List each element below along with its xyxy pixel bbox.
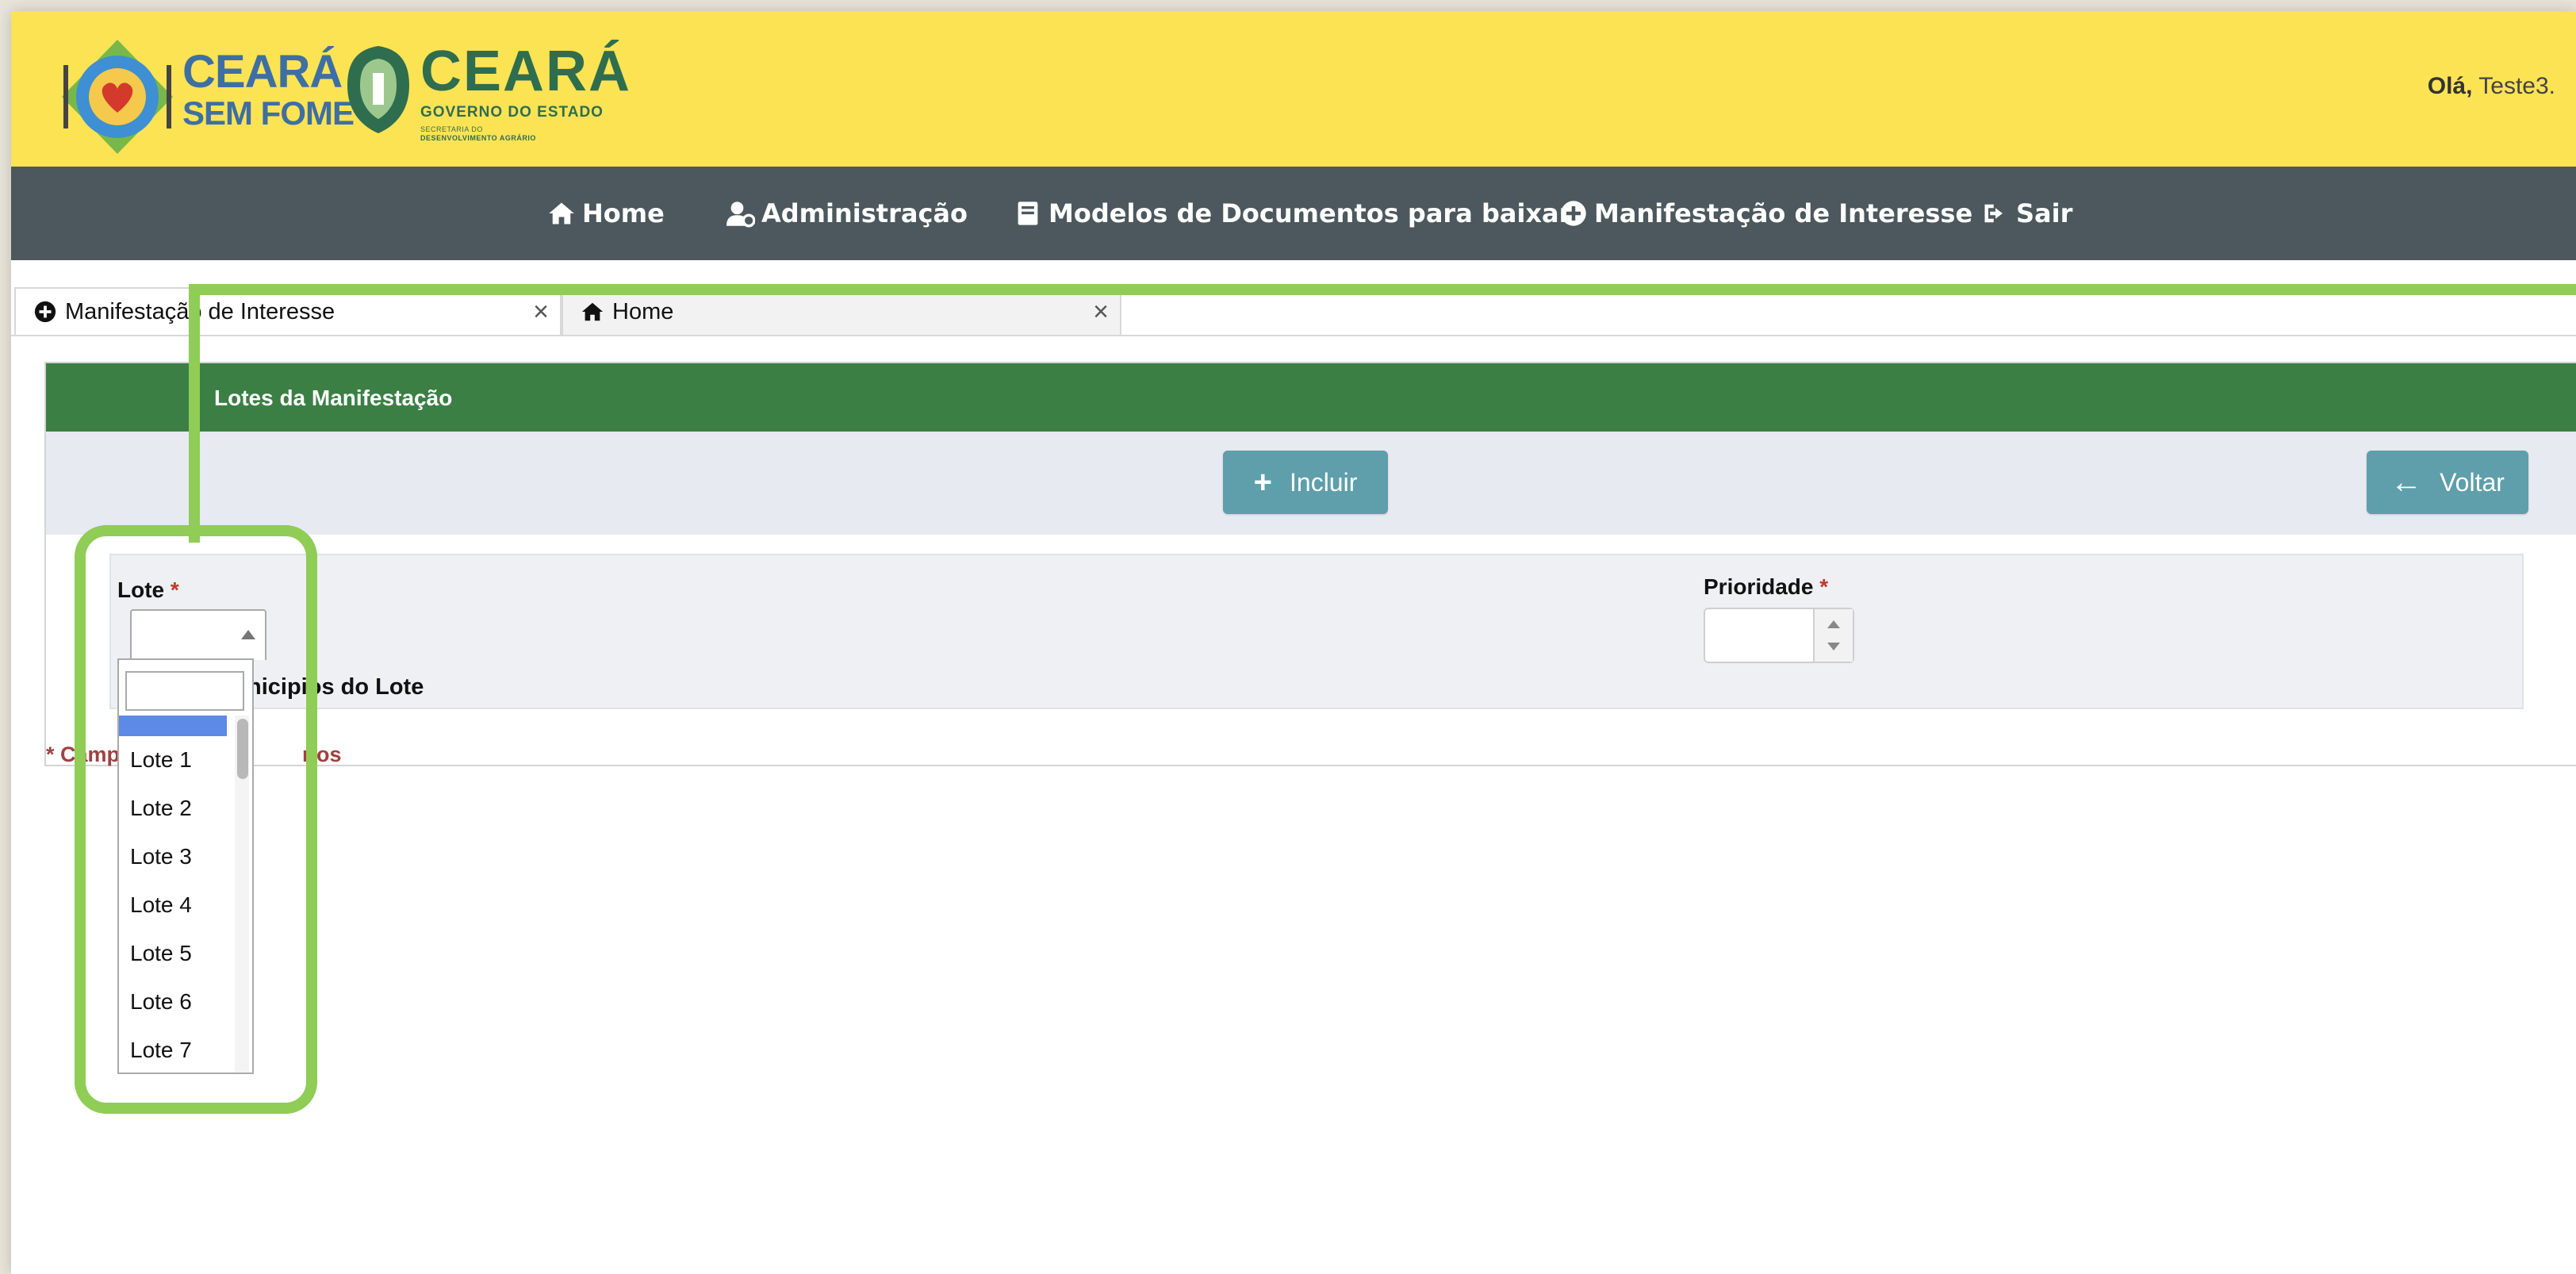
include-button[interactable]: + Incluir [1223, 451, 1388, 514]
gov-title: CEARÁ [420, 40, 632, 103]
nav-modelos-documentos[interactable]: Modelos de Documentos para baixar [1014, 195, 1571, 232]
governo-wordmark: CEARÁ GOVERNO DO ESTADO SECRETARIA DO DE… [420, 43, 631, 142]
plus-circle-icon [34, 301, 56, 323]
gov-line4: DESENVOLVIMENTO AGRÁRIO [420, 134, 536, 142]
brand-line2: SEM FOME [182, 94, 355, 132]
home-icon [549, 202, 574, 224]
state-crest-icon [347, 46, 409, 133]
nav-home[interactable]: Home [547, 195, 665, 232]
greeting-user: Teste3. [2478, 73, 2555, 99]
ceara-sem-fome-logo-icon [62, 40, 173, 154]
annotation-highlight-box [75, 525, 317, 1114]
nav-administracao[interactable]: Administração [726, 195, 968, 232]
panel-title: Lotes da Manifestação [214, 386, 453, 410]
gov-line3: SECRETARIA DO [420, 125, 483, 133]
gov-subtitle: GOVERNO DO ESTADO [420, 104, 604, 121]
site-header: CEARÁ SEM FOME CEARÁ GOVERNO DO ESTADO S… [11, 11, 2576, 167]
nav-administracao-label: Administração [761, 198, 968, 228]
nav-modelos-label: Modelos de Documentos para baixar [1048, 198, 1572, 228]
prioridade-label: Prioridade * [1704, 574, 1828, 600]
prioridade-input[interactable] [1704, 608, 1854, 663]
prioridade-stepper[interactable] [1813, 609, 1853, 662]
main-nav: Home Administração Modelos de Documentos… [11, 167, 2576, 260]
panel-header: Lotes da Manifestação [46, 363, 2576, 432]
nav-manifestacao-label: Manifestação de Interesse [1594, 198, 1973, 228]
plus-icon: + [1253, 465, 1272, 500]
close-icon[interactable]: × [533, 298, 549, 325]
form-area [109, 554, 2524, 709]
include-label: Incluir [1290, 467, 1358, 497]
greeting-label: Olá, [2427, 73, 2473, 99]
user-gear-icon [726, 201, 755, 228]
plus-circle-icon [1561, 201, 1586, 226]
ceara-sem-fome-wordmark: CEARÁ SEM FOME [182, 46, 355, 132]
back-label: Voltar [2440, 467, 2505, 497]
nav-manifestacao[interactable]: Manifestação de Interesse [1559, 195, 1972, 232]
nav-sair-label: Sair [2016, 198, 2073, 228]
arrow-left-icon: ← [2390, 465, 2423, 500]
close-icon[interactable]: × [1093, 298, 1109, 325]
nav-home-label: Home [582, 198, 665, 228]
book-icon [1018, 201, 1038, 225]
sign-out-icon [1984, 204, 2003, 223]
nav-sair[interactable]: Sair [1981, 195, 2072, 232]
back-button[interactable]: ← Voltar [2367, 451, 2528, 514]
tab-manifestacao-label: Manifestação de Interesse [65, 298, 335, 324]
chevron-down-icon[interactable] [1827, 643, 1840, 650]
chevron-up-icon[interactable] [1827, 620, 1840, 628]
panel-toolbar: + Incluir ← Voltar [46, 432, 2576, 535]
brand-line1: CEARÁ [182, 46, 343, 98]
app-window: CEARÁ SEM FOME CEARÁ GOVERNO DO ESTADO S… [11, 11, 2576, 1274]
user-greeting: Olá, Teste3. [2428, 73, 2555, 100]
prioridade-label-text: Prioridade [1704, 574, 1814, 599]
annotation-line-horizontal [189, 284, 2576, 295]
tab-home-label: Home [612, 298, 674, 324]
home-icon [581, 302, 604, 321]
required-mark: * [1819, 574, 1829, 599]
annotation-line-vertical [189, 284, 200, 543]
lotes-panel: Lotes da Manifestação + Incluir ← Voltar… [44, 362, 2576, 766]
